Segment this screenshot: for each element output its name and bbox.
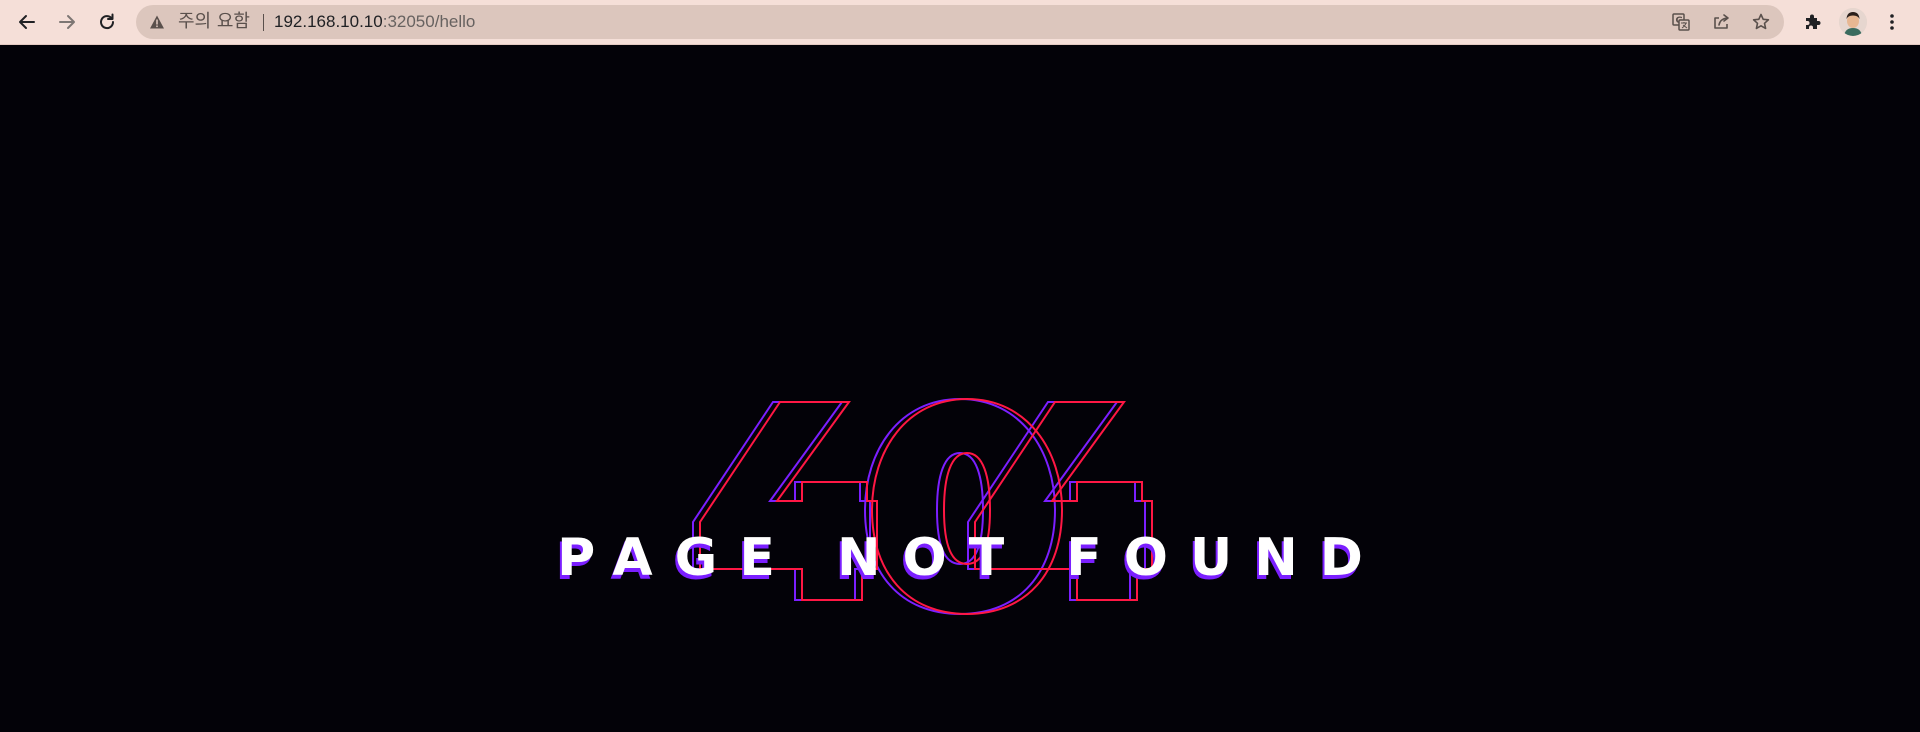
share-button[interactable] [1709, 10, 1733, 34]
profile-avatar-icon [1839, 8, 1867, 36]
omnibox-divider [263, 14, 264, 31]
extensions-button[interactable] [1797, 6, 1829, 38]
address-bar[interactable]: 주의 요함 192.168.10.10:32050/hello G [136, 5, 1784, 39]
url-path: :32050/hello [382, 12, 476, 31]
warning-triangle-icon[interactable] [149, 14, 165, 30]
page-not-found-heading: PAGE NOT FOUND [557, 528, 1385, 588]
reload-button[interactable] [91, 6, 123, 38]
translate-icon: G [1672, 13, 1690, 31]
error-code-outline [692, 397, 1153, 616]
security-label[interactable]: 주의 요함 [178, 13, 250, 31]
browser-menu-button[interactable] [1876, 6, 1908, 38]
translate-button[interactable]: G [1669, 10, 1693, 34]
kebab-menu-icon [1890, 14, 1894, 30]
share-icon [1714, 14, 1729, 29]
browser-toolbar: 주의 요함 192.168.10.10:32050/hello G [0, 0, 1920, 45]
arrow-right-icon [59, 15, 75, 29]
reload-icon [100, 13, 115, 30]
bookmark-button[interactable] [1749, 10, 1773, 34]
arrow-left-icon [19, 15, 35, 29]
url-text[interactable]: 192.168.10.10:32050/hello [274, 13, 475, 31]
forward-button[interactable] [51, 6, 83, 38]
star-icon [1752, 13, 1770, 30]
avatar[interactable] [1839, 8, 1867, 36]
puzzle-icon [1806, 14, 1821, 29]
back-button[interactable] [11, 6, 43, 38]
url-host: 192.168.10.10 [274, 12, 383, 31]
